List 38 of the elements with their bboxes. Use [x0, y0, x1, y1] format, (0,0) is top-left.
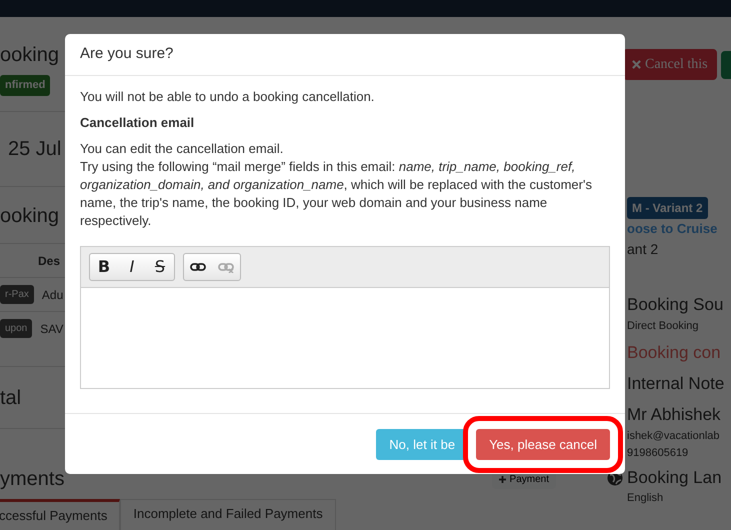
tab[interactable]: Incomplete and Failed Payments	[120, 499, 336, 530]
help-text: Try using the following “mail merge” fields in this email: name, trip_name, booking_ref, organization_domain, and organization_name, which will be replaced with the customer's name, the trip's name, the booking ID, your web domain and your business name respectively.	[80, 158, 593, 230]
section-heading: Mr Abhishek	[627, 404, 722, 426]
warning-text: You will not be able to undo a booking cancellation.	[80, 88, 376, 106]
section-heading: Booking Lan	[627, 467, 722, 489]
link-icon[interactable]	[190, 261, 206, 274]
item-description: SAV	[40, 320, 64, 338]
email-heading: Cancellation email	[80, 114, 196, 132]
sidebar-text: Direct Booking	[627, 319, 700, 334]
page-title: ooking	[0, 44, 59, 66]
bold-button[interactable]: B	[90, 254, 118, 280]
section-title: ooking	[0, 205, 59, 227]
trip-variant: ant 2	[627, 240, 660, 258]
sidebar-text: 9198605619	[627, 446, 690, 461]
item-description: Adu	[42, 286, 64, 304]
section-heading: Internal Note	[627, 373, 726, 395]
close-icon	[632, 60, 641, 69]
strikethrough-button[interactable]: S	[146, 254, 174, 280]
sidebar-text: English	[627, 491, 664, 506]
booking-date: 25 Jul	[8, 138, 62, 160]
status-badge: nfirmed	[0, 75, 50, 96]
column-header: Des	[38, 252, 60, 270]
total-label: tal	[0, 386, 22, 408]
item-tag: r-Pax	[0, 285, 34, 304]
plus-icon	[498, 476, 506, 482]
cancel-button[interactable]: Cancel this	[623, 49, 717, 80]
section-title: yments	[0, 468, 64, 490]
sidebar-text: ishek@vacationlab	[627, 429, 720, 444]
dialog-button[interactable]: Yes, please cancel	[476, 428, 610, 460]
trip-link[interactable]: oose to Cruise	[627, 219, 731, 238]
section-heading: Booking Sou	[627, 294, 724, 316]
italic-button[interactable]: I	[118, 254, 146, 280]
email-editor[interactable]: B I S	[80, 246, 610, 388]
intro-text: You can edit the cancellation email.	[80, 140, 284, 158]
dialog-title: Are you sure?	[65, 34, 625, 76]
alert-heading: Booking con	[627, 342, 722, 364]
variant-badge: M - Variant 2	[627, 197, 708, 219]
item-tag: upon	[0, 319, 32, 338]
